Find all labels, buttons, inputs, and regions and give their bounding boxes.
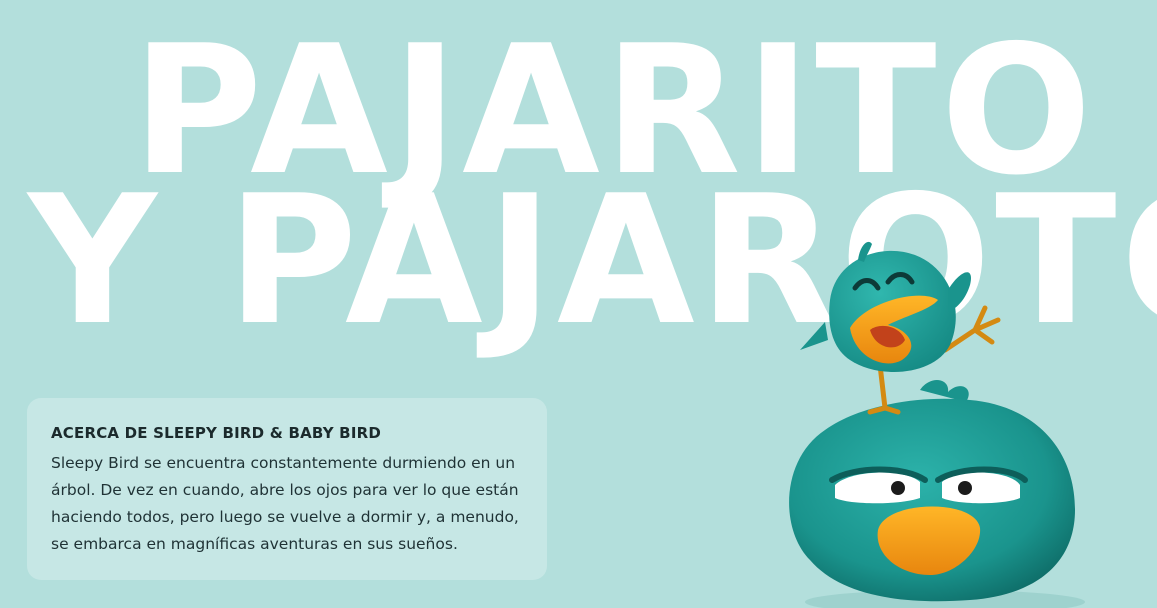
birds-illustration: [789, 241, 1085, 608]
sleepy-bird: [789, 380, 1075, 602]
about-card: ACERCA DE SLEEPY BIRD & BABY BIRD Sleepy…: [27, 398, 547, 580]
about-heading: ACERCA DE SLEEPY BIRD & BABY BIRD: [51, 424, 382, 442]
baby-bird: [800, 241, 1001, 415]
about-description: Sleepy Bird se encuentra constantemente …: [51, 454, 519, 553]
